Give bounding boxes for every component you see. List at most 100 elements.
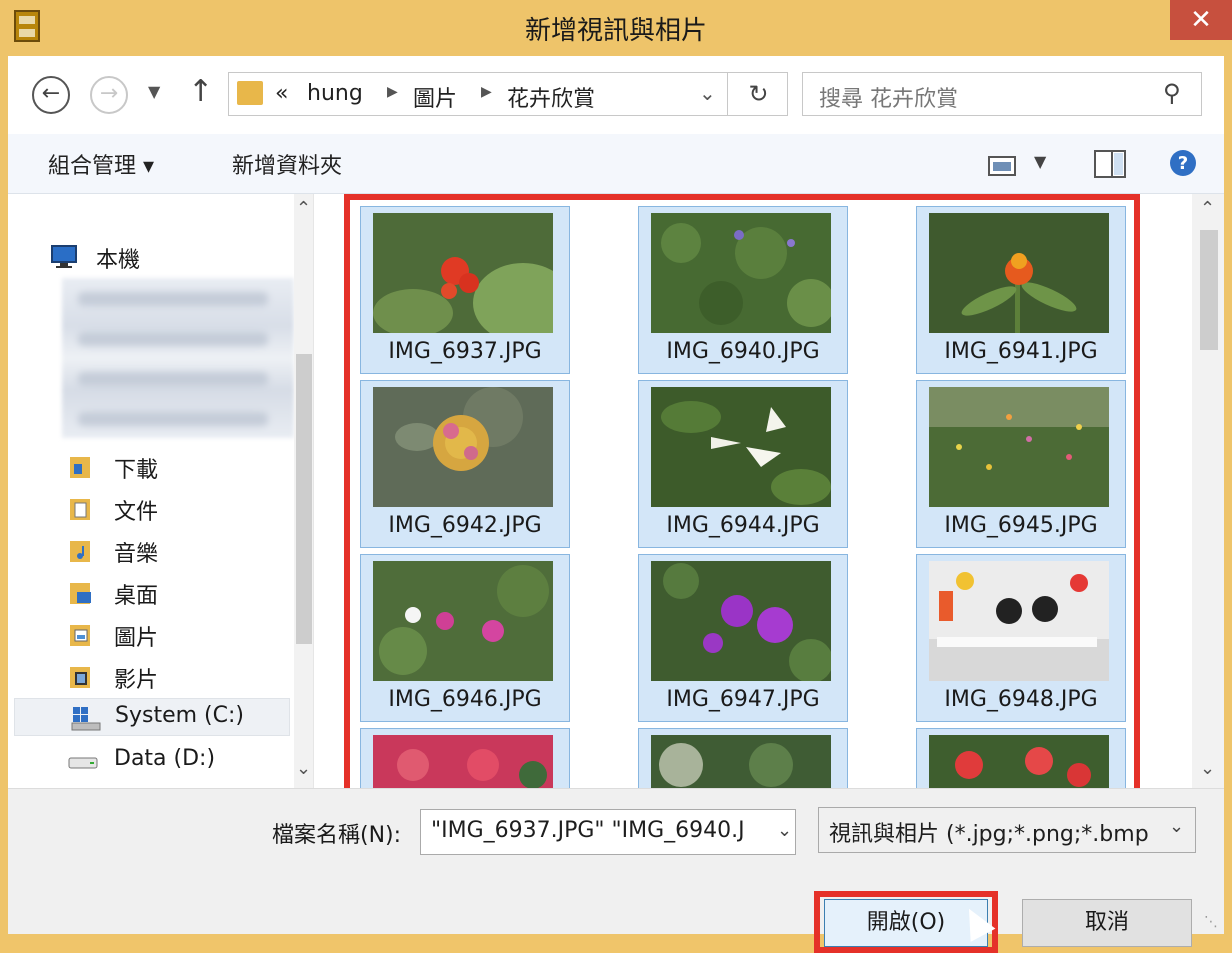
file-thumbnail (373, 561, 553, 681)
view-options-chevron-icon[interactable]: ▼ (1034, 152, 1046, 171)
file-name: IMG_6937.JPG (388, 339, 542, 364)
breadcrumb-pictures[interactable]: 圖片 (413, 81, 457, 113)
nav-music[interactable]: 音樂 (68, 532, 308, 570)
system-drive-icon (71, 705, 101, 731)
file-name: IMG_6940.JPG (666, 339, 820, 364)
file-thumbnail (373, 735, 553, 788)
nav-this-pc[interactable]: 本機 (50, 238, 290, 276)
file-thumbnail (929, 561, 1109, 681)
breadcrumb-hung[interactable]: hung (307, 81, 363, 106)
file-tile[interactable] (916, 728, 1126, 788)
desktop-folder-icon (68, 580, 94, 606)
file-thumbnail (929, 213, 1109, 333)
forward-button[interactable]: → (90, 76, 128, 114)
folder-icon (237, 81, 263, 105)
navigation-pane[interactable]: 本機 下載 文件 音樂 桌面 圖片 影片 System (C:) Data (D… (8, 194, 314, 788)
file-tile[interactable]: IMG_6947.JPG (638, 554, 848, 722)
breadcrumb-overflow[interactable]: « (275, 81, 288, 106)
breadcrumb-chevron-icon[interactable]: ▶ (481, 84, 492, 100)
file-list-scrollbar[interactable]: ⌃ ⌄ (1192, 194, 1224, 788)
nav-documents[interactable]: 文件 (68, 490, 308, 528)
filename-label: 檔案名稱(N): (272, 823, 402, 848)
filename-history-chevron-icon[interactable]: ⌄ (777, 820, 792, 841)
file-name: IMG_6941.JPG (944, 339, 1098, 364)
address-history-chevron-icon[interactable]: ⌄ (699, 81, 716, 105)
title-bar[interactable]: 新增視訊與相片 ✕ (0, 0, 1232, 56)
command-toolbar: 組合管理 ▾ 新增資料夾 ▼ ? (8, 134, 1224, 194)
file-thumbnail (929, 387, 1109, 507)
file-name: IMG_6948.JPG (944, 687, 1098, 712)
close-button[interactable]: ✕ (1170, 0, 1232, 40)
dialog-client: ← → ▼ ↑ « hung ▶ 圖片 ▶ 花卉欣賞 ⌄ ↻ 搜尋 花卉欣賞 ⚲… (8, 56, 1224, 953)
file-tile[interactable]: IMG_6944.JPG (638, 380, 848, 548)
file-thumbnail (651, 735, 831, 788)
file-name: IMG_6942.JPG (388, 513, 542, 538)
search-icon[interactable]: ⚲ (1163, 79, 1181, 107)
search-placeholder: 搜尋 花卉欣賞 (819, 87, 958, 112)
file-tile[interactable]: IMG_6948.JPG (916, 554, 1126, 722)
scrollbar-thumb[interactable] (1200, 230, 1218, 350)
videos-folder-icon (68, 664, 94, 690)
refresh-button[interactable]: ↻ (727, 73, 789, 115)
nav-data-drive[interactable]: Data (D:) (68, 742, 308, 780)
music-folder-icon (68, 538, 94, 564)
file-tile[interactable] (638, 728, 848, 788)
up-folder-button[interactable]: ↑ (188, 74, 213, 109)
navigation-pane-scrollbar[interactable]: ⌃ ⌄ (294, 194, 313, 788)
file-tile[interactable]: IMG_6946.JPG (360, 554, 570, 722)
nav-system-drive[interactable]: System (C:) (14, 698, 290, 736)
file-type-value: 視訊與相片 (*.jpg;*.png;*.bmp (829, 822, 1149, 847)
nav-downloads[interactable]: 下載 (68, 448, 308, 486)
address-row: ← → ▼ ↑ « hung ▶ 圖片 ▶ 花卉欣賞 ⌄ ↻ 搜尋 花卉欣賞 ⚲ (8, 56, 1224, 134)
file-name: IMG_6947.JPG (666, 687, 820, 712)
pictures-folder-icon (68, 622, 94, 648)
breadcrumb-flowers[interactable]: 花卉欣賞 (507, 81, 595, 113)
file-type-chevron-icon[interactable]: ⌄ (1169, 816, 1184, 837)
scroll-down-arrow-icon[interactable]: ⌄ (1200, 758, 1215, 779)
file-name: IMG_6944.JPG (666, 513, 820, 538)
svg-text:?: ? (1178, 153, 1188, 174)
organize-menu-button[interactable]: 組合管理 ▾ (48, 148, 154, 180)
breadcrumb-chevron-icon[interactable]: ▶ (387, 84, 398, 100)
nav-pictures[interactable]: 圖片 (68, 616, 308, 654)
window-title: 新增視訊與相片 (524, 16, 707, 46)
file-dialog-window: 新增視訊與相片 ✕ ← → ▼ ↑ « hung ▶ 圖片 ▶ 花卉欣賞 ⌄ ↻… (0, 0, 1232, 953)
file-tile[interactable]: IMG_6945.JPG (916, 380, 1126, 548)
preview-pane-icon[interactable] (1094, 150, 1126, 184)
scrollbar-thumb[interactable] (296, 354, 312, 644)
file-thumbnail (651, 213, 831, 333)
filename-input[interactable]: "IMG_6937.JPG" "IMG_6940.J ⌄ (420, 809, 796, 855)
address-bar[interactable]: « hung ▶ 圖片 ▶ 花卉欣賞 ⌄ ↻ (228, 72, 788, 116)
nav-videos[interactable]: 影片 (68, 658, 308, 696)
new-folder-button[interactable]: 新增資料夾 (232, 148, 342, 180)
help-icon[interactable]: ? (1168, 148, 1198, 184)
file-tile[interactable]: IMG_6937.JPG (360, 206, 570, 374)
data-drive-icon (68, 748, 98, 774)
download-folder-icon (68, 454, 94, 480)
scroll-down-arrow-icon[interactable]: ⌄ (296, 758, 311, 779)
nav-desktop[interactable]: 桌面 (68, 574, 308, 612)
file-type-select[interactable]: 視訊與相片 (*.jpg;*.png;*.bmp ⌄ (818, 807, 1196, 853)
back-button[interactable]: ← (32, 76, 70, 114)
filename-value: "IMG_6937.JPG" "IMG_6940.J (431, 818, 745, 843)
file-thumbnail (651, 561, 831, 681)
scroll-up-arrow-icon[interactable]: ⌃ (1200, 198, 1215, 219)
change-view-icon[interactable] (988, 156, 1018, 184)
file-list-pane[interactable]: IMG_6937.JPG IMG_6940.JPG IMG_6941.JPG I (314, 194, 1224, 788)
file-thumbnail (929, 735, 1109, 788)
file-name: IMG_6945.JPG (944, 513, 1098, 538)
scroll-up-arrow-icon[interactable]: ⌃ (296, 198, 311, 219)
recent-locations-dropdown-icon[interactable]: ▼ (148, 82, 160, 101)
documents-folder-icon (68, 496, 94, 522)
file-tile[interactable]: IMG_6941.JPG (916, 206, 1126, 374)
computer-icon (50, 244, 77, 270)
search-box[interactable]: 搜尋 花卉欣賞 ⚲ (802, 72, 1202, 116)
blurred-quick-access-items (62, 278, 294, 438)
file-tile[interactable] (360, 728, 570, 788)
file-tile[interactable]: IMG_6940.JPG (638, 206, 848, 374)
file-thumbnail (373, 387, 553, 507)
file-tile[interactable]: IMG_6942.JPG (360, 380, 570, 548)
resize-grip-icon[interactable]: ⋱ (1204, 914, 1218, 930)
dialog-footer: 檔案名稱(N): "IMG_6937.JPG" "IMG_6940.J ⌄ 視訊… (8, 788, 1224, 953)
nav-this-pc-label: 本機 (96, 248, 141, 273)
